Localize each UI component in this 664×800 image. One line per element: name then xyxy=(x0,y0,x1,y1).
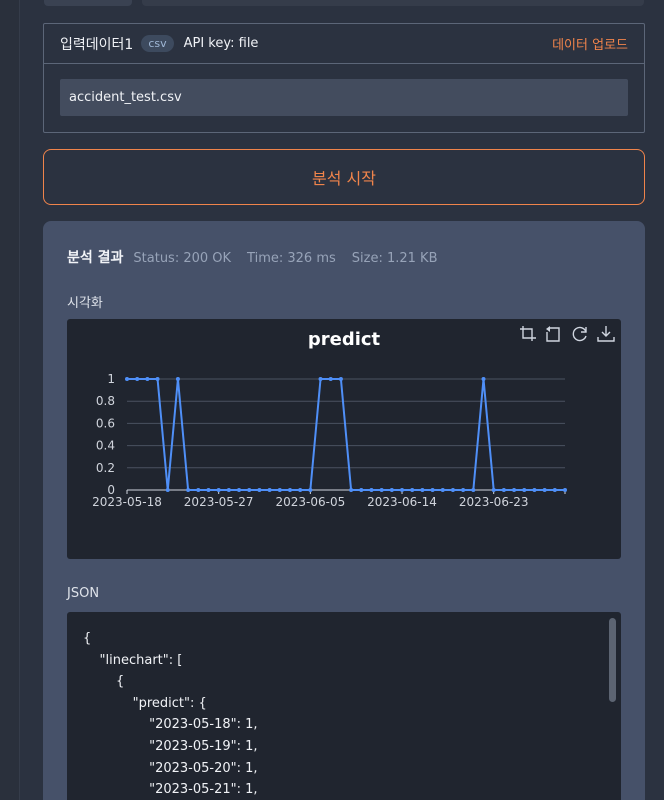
data-point[interactable] xyxy=(491,488,496,492)
data-point[interactable] xyxy=(512,488,517,492)
left-sidebar-strip xyxy=(0,0,20,800)
visualization-label: 시각화 xyxy=(67,296,103,311)
data-point[interactable] xyxy=(552,488,557,492)
data-upload-link[interactable]: 데이터 업로드 xyxy=(552,34,628,53)
x-tick-label: 2023-06-05 xyxy=(275,495,345,509)
data-point[interactable] xyxy=(135,377,140,381)
data-point[interactable] xyxy=(410,488,415,492)
json-line: "2023-05-18": 1, xyxy=(83,717,258,733)
data-point[interactable] xyxy=(389,488,394,492)
json-line: { xyxy=(83,631,92,646)
json-line: "2023-05-19": 1, xyxy=(83,738,258,754)
data-point[interactable] xyxy=(522,488,527,492)
data-point[interactable] xyxy=(247,488,252,492)
data-point[interactable] xyxy=(563,488,567,492)
status-text: Status: 200 OK xyxy=(133,251,232,266)
json-line: "2023-05-21": 1, xyxy=(83,782,258,798)
line-chart: 00.20.40.60.812023-05-18 2023-05-27 2023-0… xyxy=(92,372,567,509)
csv-badge: csv xyxy=(141,35,174,52)
data-point[interactable] xyxy=(349,488,354,492)
data-point[interactable] xyxy=(175,377,180,381)
crop-icon[interactable] xyxy=(519,325,537,343)
json-scrollbar[interactable] xyxy=(609,618,616,702)
y-tick-label: 0.2 xyxy=(96,461,115,475)
x-tick-label: 2023-05-18 xyxy=(92,495,162,509)
data-point[interactable] xyxy=(125,377,129,381)
data-point[interactable] xyxy=(155,377,160,381)
top-panel-stub xyxy=(142,0,644,6)
chart-toolbar xyxy=(519,325,615,343)
data-point[interactable] xyxy=(400,488,405,492)
y-tick-label: 0.6 xyxy=(96,416,115,430)
result-header: 분석 결과 Status: 200 OK Time: 326 ms Size: … xyxy=(67,247,437,267)
data-point[interactable] xyxy=(338,377,343,381)
x-tick-label: 2023-06-14 xyxy=(367,495,437,509)
data-point[interactable] xyxy=(359,488,364,492)
data-point[interactable] xyxy=(532,488,537,492)
data-point[interactable] xyxy=(379,488,384,492)
y-tick-label: 1 xyxy=(107,372,115,386)
size-text: Size: 1.21 KB xyxy=(351,251,438,266)
time-text: Time: 326 ms xyxy=(247,251,336,266)
y-tick-label: 0.4 xyxy=(96,439,115,453)
data-point[interactable] xyxy=(308,488,313,492)
file-name-field[interactable]: accident_test.csv xyxy=(60,79,628,116)
data-point[interactable] xyxy=(267,488,272,492)
data-point[interactable] xyxy=(216,488,221,492)
data-point[interactable] xyxy=(318,377,323,381)
series-line-predict xyxy=(127,378,565,491)
json-code-block: { "linechart": [ { "predict": { "2023-05… xyxy=(83,628,258,800)
data-point[interactable] xyxy=(196,488,201,492)
data-point[interactable] xyxy=(420,488,425,492)
data-point[interactable] xyxy=(542,488,547,492)
json-line: "2023-05-20": 1, xyxy=(83,760,258,776)
analysis-result-card: 분석 결과 Status: 200 OK Time: 326 ms Size: … xyxy=(43,221,645,800)
chart-panel: 0 0.2 0.4 0.6 0.8 1 2023-05-18 2023-05-27 2023-0… xyxy=(67,319,621,559)
json-line: "predict": { xyxy=(83,695,207,711)
data-point[interactable] xyxy=(237,488,242,492)
rotate-icon[interactable] xyxy=(545,325,563,343)
data-point[interactable] xyxy=(481,377,486,381)
data-point[interactable] xyxy=(328,377,333,381)
data-point[interactable] xyxy=(287,488,292,492)
data-point[interactable] xyxy=(440,488,445,492)
data-point[interactable] xyxy=(430,488,435,492)
input-panel-header: 입력데이터1 csv API key: file 데이터 업로드 xyxy=(44,24,644,64)
refresh-icon[interactable] xyxy=(571,325,589,343)
data-point[interactable] xyxy=(186,488,191,492)
data-point[interactable] xyxy=(501,488,506,492)
data-point[interactable] xyxy=(226,488,231,492)
data-point[interactable] xyxy=(165,488,170,492)
input-data-panel: 입력데이터1 csv API key: file 데이터 업로드 acciden… xyxy=(43,23,645,133)
json-panel[interactable]: { "linechart": [ { "predict": { "2023-05… xyxy=(67,612,621,800)
api-key-label: API key: file xyxy=(183,36,259,51)
json-label: JSON xyxy=(67,586,100,601)
json-line: "linechart": [ xyxy=(83,652,183,668)
x-tick-label: 2023-06-23 xyxy=(459,495,529,509)
data-point[interactable] xyxy=(471,488,476,492)
data-point[interactable] xyxy=(257,488,262,492)
data-point[interactable] xyxy=(277,488,282,492)
input-data-title: 입력데이터1 xyxy=(60,36,134,53)
data-point[interactable] xyxy=(461,488,466,492)
y-tick-label: 0.8 xyxy=(96,394,115,408)
start-analysis-button[interactable]: 분석 시작 xyxy=(43,149,645,205)
download-icon[interactable] xyxy=(597,325,615,343)
data-point[interactable] xyxy=(369,488,374,492)
data-point[interactable] xyxy=(298,488,303,492)
result-title: 분석 결과 xyxy=(67,250,124,266)
x-tick-label: 2023-05-27 xyxy=(184,495,254,509)
data-point[interactable] xyxy=(206,488,211,492)
top-tab-stub xyxy=(44,0,132,6)
data-point[interactable] xyxy=(145,377,150,381)
json-line: { xyxy=(83,674,125,690)
data-point[interactable] xyxy=(450,488,455,492)
